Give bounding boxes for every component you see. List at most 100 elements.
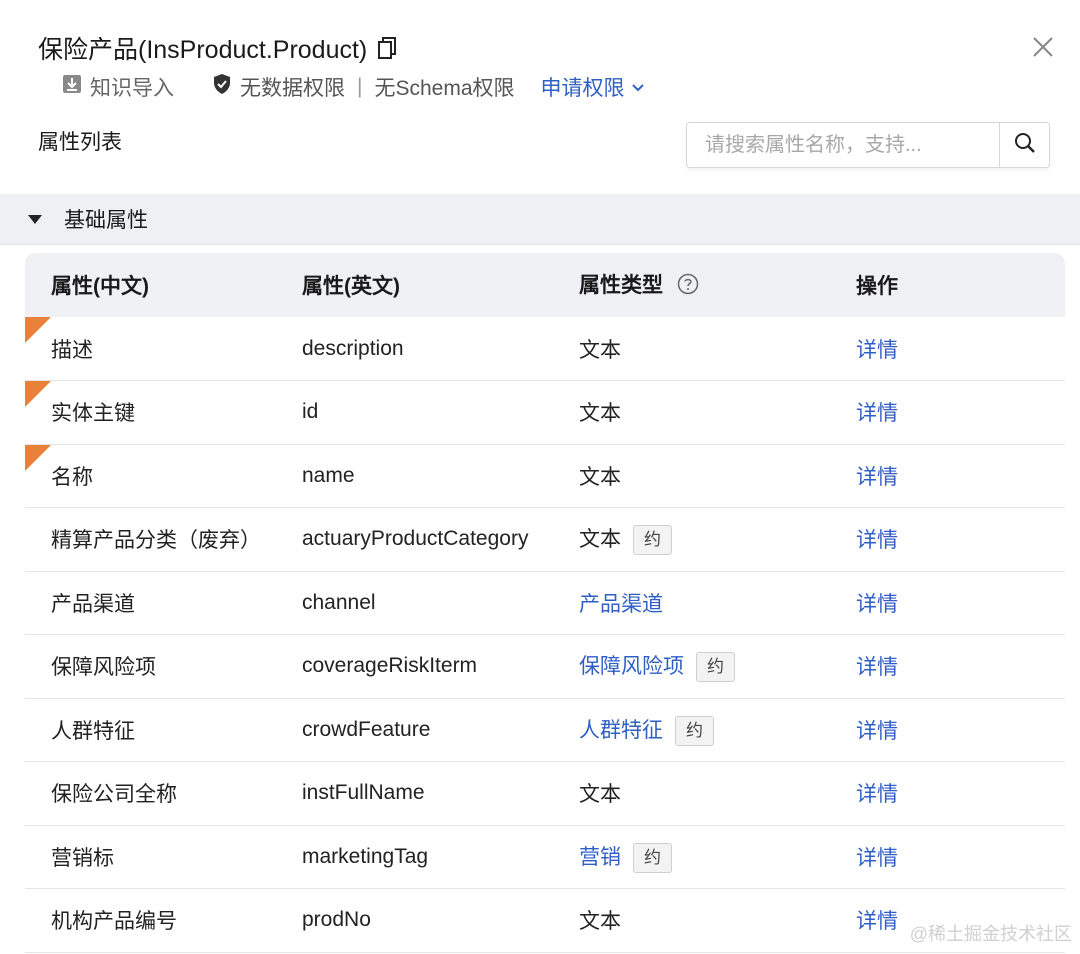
attr-name-cn: 保障风险项	[51, 656, 156, 680]
detail-link[interactable]: 详情	[856, 910, 898, 933]
cell-type: 文本	[553, 762, 830, 826]
cell-en: name	[276, 444, 553, 508]
attr-type[interactable]: 人群特征	[579, 719, 663, 742]
detail-link[interactable]: 详情	[856, 339, 898, 362]
cell-en: channel	[276, 571, 553, 635]
attr-type: 文本	[579, 783, 621, 807]
chevron-down-icon	[631, 75, 645, 99]
detail-link[interactable]: 详情	[856, 529, 898, 552]
title-text: 保险产品(InsProduct.Product)	[38, 36, 368, 64]
detail-link[interactable]: 详情	[856, 402, 898, 425]
table-row: 保险公司全称 instFullName 文本 详情	[25, 762, 1065, 826]
flag-corner-icon	[25, 317, 51, 343]
meta-bar: 知识导入 无数据权限 | 无Schema权限 申请权限	[62, 72, 645, 102]
cell-action: 详情	[830, 571, 1065, 635]
constraint-badge: 约	[633, 842, 672, 873]
detail-link[interactable]: 详情	[856, 656, 898, 679]
detail-link[interactable]: 详情	[856, 783, 898, 806]
cell-type: 文本	[553, 444, 830, 508]
table-row: 营销标 marketingTag 营销约 详情	[25, 825, 1065, 889]
cell-en: marketingTag	[276, 825, 553, 889]
attr-name-en: prodNo	[302, 908, 371, 932]
attr-name-en: instFullName	[302, 781, 425, 805]
cell-type: 产品渠道	[553, 571, 830, 635]
attr-name-en: coverageRiskIterm	[302, 654, 478, 678]
shield-icon	[212, 73, 232, 101]
import-label: 知识导入	[90, 77, 174, 100]
section-title: 属性列表	[38, 131, 122, 154]
dialog-header: 保险产品(InsProduct.Product) 知识导入 无数据权限 | 无S…	[0, 0, 1080, 195]
column-header-cn: 属性(中文)	[51, 275, 149, 298]
attr-name-en: id	[302, 400, 319, 424]
cell-cn: 描述	[25, 317, 276, 381]
cell-en: coverageRiskIterm	[276, 635, 553, 699]
attr-name-cn: 保险公司全称	[51, 783, 177, 807]
detail-link[interactable]: 详情	[856, 720, 898, 743]
watermark: @稀土掘金技术社区	[909, 924, 1072, 944]
attr-name-cn: 机构产品编号	[51, 910, 177, 934]
attr-name-cn: 营销标	[51, 846, 114, 870]
cell-type: 文本	[553, 889, 830, 953]
cell-cn: 机构产品编号	[25, 889, 276, 953]
detail-link[interactable]: 详情	[856, 847, 898, 870]
attr-name-cn: 实体主键	[51, 402, 135, 426]
attr-name-en: name	[302, 463, 355, 487]
constraint-badge: 约	[696, 652, 735, 683]
request-permission-label: 申请权限	[540, 77, 625, 100]
copy-icon[interactable]	[377, 36, 399, 60]
caret-down-icon[interactable]	[28, 214, 42, 224]
page-title: 保险产品(InsProduct.Product)	[38, 30, 399, 66]
cell-action: 详情	[830, 508, 1065, 572]
cell-action: 详情	[830, 762, 1065, 826]
cell-en: id	[276, 381, 553, 445]
cell-cn: 精算产品分类（废弃）	[25, 508, 276, 572]
attr-type: 文本	[579, 338, 621, 362]
search-icon	[1013, 131, 1037, 160]
table-row: 描述 description 文本 详情	[25, 317, 1065, 381]
table-row: 保障风险项 coverageRiskIterm 保障风险项约详情	[25, 635, 1065, 699]
constraint-badge: 约	[675, 715, 714, 746]
search-button[interactable]	[999, 123, 1049, 167]
data-permission: 无数据权限	[212, 72, 345, 102]
attr-name-en: description	[302, 336, 404, 360]
attr-type: 文本	[579, 465, 621, 489]
table-row: 名称 name 文本 详情	[25, 444, 1065, 508]
request-permission-link[interactable]: 申请权限	[541, 72, 645, 102]
import-button[interactable]: 知识导入	[62, 72, 174, 102]
close-icon[interactable]	[1030, 34, 1056, 60]
table-row: 实体主键 id 文本 详情	[25, 381, 1065, 445]
cell-type: 保障风险项约	[553, 635, 830, 699]
cell-cn: 产品渠道	[25, 571, 276, 635]
cell-type: 人群特征约	[553, 698, 830, 762]
cell-cn: 保险公司全称	[25, 762, 276, 826]
data-permission-label: 无数据权限	[240, 77, 345, 100]
download-icon	[62, 74, 82, 100]
flag-corner-icon	[25, 381, 51, 407]
attr-type: 文本	[579, 910, 621, 934]
attr-name-cn: 描述	[51, 338, 93, 362]
cell-action: 详情	[830, 444, 1065, 508]
column-header-type: 属性类型	[553, 253, 830, 317]
table-row: 产品渠道 channel 产品渠道 详情	[25, 571, 1065, 635]
table-header-row: 属性(中文) 属性(英文) 属性类型 操作	[25, 253, 1065, 317]
cell-type: 文本	[553, 381, 830, 445]
constraint-badge: 约	[633, 525, 672, 556]
table-row: 精算产品分类（废弃） actuaryProductCategory 文本约 详情	[25, 508, 1065, 572]
detail-link[interactable]: 详情	[856, 593, 898, 616]
attr-type: 文本	[579, 528, 621, 552]
group-header-basic[interactable]: 基础属性	[0, 194, 1080, 245]
search-input[interactable]	[687, 123, 999, 167]
attr-name-en: marketingTag	[302, 844, 429, 868]
column-header-action: 操作	[856, 275, 898, 298]
detail-link[interactable]: 详情	[856, 466, 898, 489]
table-row: 人群特征 crowdFeature 人群特征约详情	[25, 698, 1065, 762]
attr-name-en: actuaryProductCategory	[302, 527, 529, 551]
column-header-en: 属性(英文)	[302, 275, 400, 298]
attr-type[interactable]: 产品渠道	[579, 593, 663, 616]
search-box	[686, 122, 1050, 168]
help-icon[interactable]	[677, 273, 699, 301]
attr-type[interactable]: 保障风险项	[579, 655, 684, 678]
cell-action: 详情	[830, 825, 1065, 889]
cell-type: 文本	[553, 317, 830, 381]
attr-type[interactable]: 营销	[579, 846, 621, 869]
